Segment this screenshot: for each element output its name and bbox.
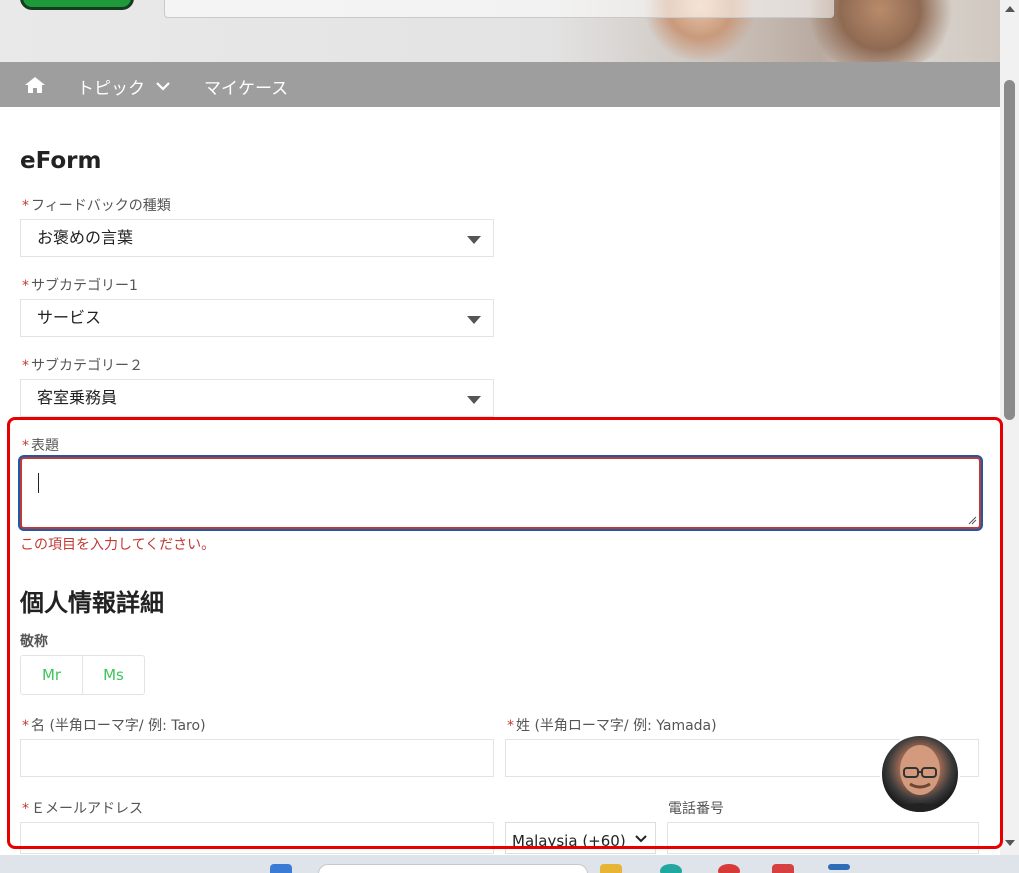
- app-icon[interactable]: [660, 864, 682, 873]
- nav-item-my-cases[interactable]: マイケース: [204, 74, 288, 99]
- salutation-label: 敬称: [20, 634, 48, 650]
- form-title: eForm: [20, 148, 102, 174]
- salutation-toggle: Mr Ms: [20, 655, 145, 695]
- country-code-select[interactable]: Malaysia (+60): [505, 822, 656, 854]
- personal-info-heading: 個人情報詳細: [20, 589, 164, 617]
- first-name-input[interactable]: [20, 739, 494, 777]
- chevron-down-icon: [635, 835, 647, 843]
- site-logo[interactable]: [20, 0, 134, 10]
- subject-error-message: この項目を入力してください。: [20, 537, 216, 553]
- caret-down-icon: [467, 236, 481, 244]
- scroll-up-arrow-icon[interactable]: [1005, 6, 1015, 12]
- caret-down-icon: [467, 316, 481, 324]
- salutation-mr-button[interactable]: Mr: [21, 656, 82, 694]
- taskbar-search[interactable]: [318, 864, 588, 873]
- subject-label: * 表題: [22, 438, 59, 454]
- scrollbar-thumb[interactable]: [1004, 80, 1015, 420]
- folder-icon[interactable]: [600, 864, 622, 873]
- email-label: * Ｅメールアドレス: [22, 801, 143, 817]
- home-icon[interactable]: [24, 76, 46, 94]
- chevron-down-icon[interactable]: [155, 80, 171, 92]
- nav-item-topics[interactable]: トピック: [77, 74, 145, 99]
- top-nav: トピック マイケース: [0, 62, 1000, 107]
- last-name-label: * 姓 (半角ローマ字/ 例: Yamada): [507, 718, 717, 734]
- subcategory2-label: * サブカテゴリー２: [22, 358, 143, 374]
- subcategory1-label: * サブカテゴリー1: [22, 278, 138, 294]
- app-icon[interactable]: [718, 864, 740, 873]
- search-input[interactable]: [164, 0, 834, 18]
- header-banner: [0, 0, 1000, 62]
- phone-label: 電話番号: [668, 801, 724, 817]
- start-icon[interactable]: [270, 864, 292, 873]
- os-taskbar: [0, 855, 1019, 873]
- salutation-ms-button[interactable]: Ms: [83, 656, 144, 694]
- feedback-type-label: * フィードバックの種類: [22, 198, 171, 214]
- caret-down-icon: [467, 396, 481, 404]
- app-icon[interactable]: [828, 864, 850, 870]
- avatar-face-icon: [894, 745, 946, 812]
- scroll-down-arrow-icon[interactable]: [1005, 840, 1015, 846]
- text-cursor: [38, 473, 39, 493]
- subcategory1-select[interactable]: サービス: [20, 299, 494, 337]
- first-name-label: * 名 (半角ローマ字/ 例: Taro): [22, 718, 206, 734]
- app-icon[interactable]: [772, 864, 794, 873]
- chat-assistant-avatar[interactable]: [880, 734, 960, 814]
- email-input[interactable]: [20, 822, 494, 854]
- phone-input[interactable]: [667, 822, 979, 854]
- subcategory2-select[interactable]: 客室乗務員: [20, 379, 494, 417]
- subject-textarea[interactable]: [20, 457, 981, 529]
- feedback-type-select[interactable]: お褒めの言葉: [20, 219, 494, 257]
- resize-handle-icon[interactable]: [967, 515, 977, 525]
